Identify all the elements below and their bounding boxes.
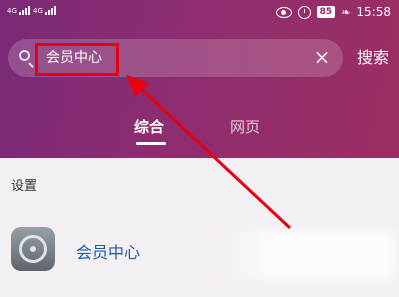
arrow-shaft bbox=[134, 82, 292, 230]
annotation-arrow bbox=[126, 75, 292, 230]
